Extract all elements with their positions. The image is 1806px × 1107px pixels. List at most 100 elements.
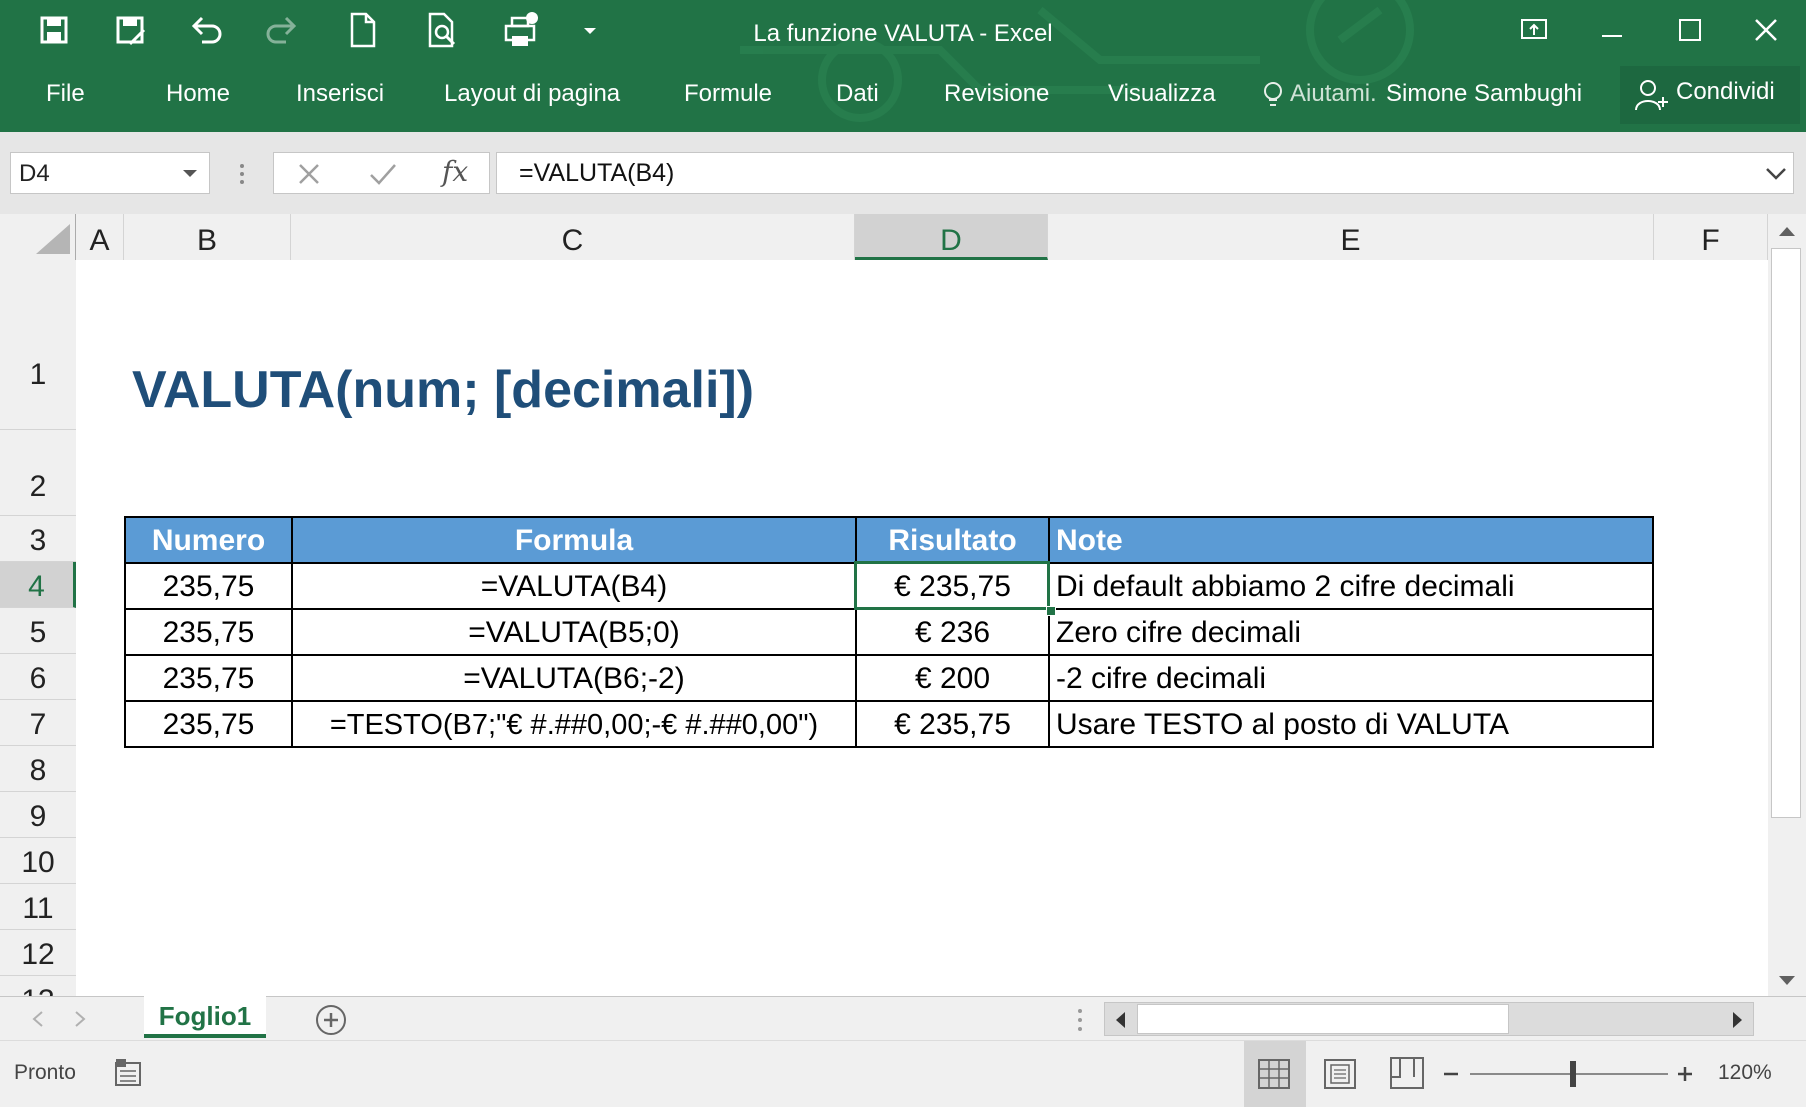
table-cell-formula[interactable]: =VALUTA(B4) (293, 564, 857, 610)
scroll-down-icon[interactable] (1778, 974, 1796, 988)
table-cell-note[interactable]: Usare TESTO al posto di VALUTA (1050, 702, 1654, 748)
column-header-e[interactable]: E (1048, 214, 1654, 260)
scroll-right-icon[interactable] (1731, 1011, 1745, 1029)
tab-splitter-icon[interactable] (1076, 1007, 1084, 1033)
horizontal-scrollbar[interactable] (1104, 1002, 1754, 1036)
column-header-f[interactable]: F (1654, 214, 1768, 260)
normal-view-button[interactable] (1244, 1041, 1306, 1107)
row-header-7[interactable]: 7 (0, 700, 76, 746)
sheet-title[interactable]: VALUTA(num; [decimali]) (132, 360, 754, 420)
row-header-10[interactable]: 10 (0, 838, 76, 884)
macro-record-icon[interactable] (114, 1057, 144, 1087)
tab-dati[interactable]: Dati (836, 80, 879, 108)
row-header-2[interactable]: 2 (0, 430, 76, 516)
row-header-6[interactable]: 6 (0, 654, 76, 700)
column-header-b[interactable]: B (124, 214, 291, 260)
zoom-slider-thumb[interactable] (1570, 1061, 1576, 1087)
horizontal-scroll-thumb[interactable] (1137, 1004, 1509, 1034)
insert-function-button[interactable]: fx (442, 155, 468, 188)
tab-inserisci[interactable]: Inserisci (296, 80, 384, 108)
fill-handle[interactable] (1046, 606, 1056, 616)
formula-input[interactable]: =VALUTA(B4) (496, 152, 1794, 194)
scroll-up-icon[interactable] (1778, 224, 1796, 238)
worksheet-grid[interactable]: VALUTA(num; [decimali]) Numero Formula R… (76, 260, 1768, 996)
row-header-8[interactable]: 8 (0, 746, 76, 792)
table-cell-formula[interactable]: =VALUTA(B6;-2) (293, 656, 857, 702)
zoom-in-icon[interactable] (1676, 1065, 1694, 1083)
header-numero[interactable]: Numero (126, 518, 293, 564)
tell-me-search[interactable]: Aiutami. (1290, 80, 1377, 108)
row-header-5[interactable]: 5 (0, 608, 76, 654)
add-sheet-icon[interactable] (314, 1003, 348, 1037)
column-header-d[interactable]: D (855, 214, 1048, 260)
enter-check-icon[interactable] (368, 161, 398, 187)
tab-visualizza[interactable]: Visualizza (1108, 80, 1216, 108)
table-cell-risultato[interactable]: € 236 (857, 610, 1050, 656)
vertical-scrollbar[interactable] (1768, 214, 1806, 996)
name-box[interactable]: D4 (10, 152, 210, 194)
table-cell-formula[interactable]: =VALUTA(B5;0) (293, 610, 857, 656)
table-cell-numero[interactable]: 235,75 (126, 610, 293, 656)
header-note[interactable]: Note (1050, 518, 1654, 564)
row-header-13[interactable]: 13 (0, 976, 76, 996)
table-cell-risultato[interactable]: € 200 (857, 656, 1050, 702)
table-cell-note[interactable]: Zero cifre decimali (1050, 610, 1654, 656)
table-cell-numero[interactable]: 235,75 (126, 564, 293, 610)
scroll-left-icon[interactable] (1113, 1011, 1127, 1029)
tab-formule[interactable]: Formule (684, 80, 772, 108)
header-risultato[interactable]: Risultato (857, 518, 1050, 564)
row-headers: 1 2 3 4 5 6 7 8 9 10 11 12 13 (0, 260, 77, 996)
zoom-level[interactable]: 120% (1718, 1061, 1772, 1085)
table-cell-numero[interactable]: 235,75 (126, 656, 293, 702)
table-cell-note[interactable]: -2 cifre decimali (1050, 656, 1654, 702)
share-button[interactable]: Condividi (1620, 66, 1800, 124)
page-break-preview-icon[interactable] (1390, 1057, 1424, 1089)
ribbon-display-options-icon[interactable] (1504, 8, 1564, 52)
status-ready: Pronto (14, 1061, 76, 1084)
splitter-handle-icon[interactable] (236, 160, 248, 188)
row-header-11[interactable]: 11 (0, 884, 76, 930)
column-header-c[interactable]: C (291, 214, 855, 260)
row-header-1[interactable]: 1 (0, 260, 76, 430)
table-cell-formula[interactable]: =TESTO(B7;"€ #.##0,00;-€ #.##0,00") (293, 702, 857, 748)
vertical-scroll-thumb[interactable] (1771, 248, 1801, 818)
close-icon[interactable] (1736, 8, 1796, 52)
normal-view-icon (1258, 1059, 1290, 1089)
lightbulb-icon (1262, 80, 1284, 112)
select-all-button[interactable] (0, 214, 76, 260)
zoom-out-icon[interactable] (1442, 1065, 1460, 1083)
active-cell-selection (854, 561, 1050, 610)
minimize-icon[interactable] (1582, 8, 1642, 52)
name-box-value: D4 (19, 160, 50, 187)
tab-layout-di-pagina[interactable]: Layout di pagina (444, 80, 620, 108)
row-header-12[interactable]: 12 (0, 930, 76, 976)
user-name[interactable]: Simone Sambughi (1386, 80, 1582, 108)
table-cell-risultato[interactable]: € 235,75 (857, 702, 1050, 748)
sheet-tab-foglio1[interactable]: Foglio1 (144, 996, 266, 1038)
sheet-tab-bar (0, 996, 1806, 1041)
page-layout-view-icon[interactable] (1324, 1059, 1356, 1089)
tab-scroll-left-icon[interactable] (32, 1011, 44, 1027)
chevron-down-icon[interactable] (181, 167, 199, 181)
formula-buttons: fx (273, 152, 490, 194)
status-bar: Pronto 120% (0, 1040, 1806, 1107)
row-header-9[interactable]: 9 (0, 792, 76, 838)
select-all-triangle-icon (36, 224, 70, 254)
table-cell-numero[interactable]: 235,75 (126, 702, 293, 748)
table-cell-note[interactable]: Di default abbiamo 2 cifre decimali (1050, 564, 1654, 610)
share-label: Condividi (1676, 78, 1775, 105)
header-formula[interactable]: Formula (293, 518, 857, 564)
cancel-icon[interactable] (296, 161, 322, 187)
column-header-a[interactable]: A (76, 214, 124, 260)
tab-scroll-right-icon[interactable] (74, 1011, 86, 1027)
share-person-icon (1635, 80, 1668, 111)
expand-formula-bar-icon[interactable] (1765, 165, 1787, 183)
formula-text: =VALUTA(B4) (519, 159, 675, 187)
row-header-4[interactable]: 4 (0, 562, 76, 608)
tab-file[interactable]: File (46, 80, 85, 108)
tab-revisione[interactable]: Revisione (944, 80, 1049, 108)
maximize-icon[interactable] (1660, 8, 1720, 52)
row-header-3[interactable]: 3 (0, 516, 76, 562)
tab-home[interactable]: Home (166, 80, 230, 108)
zoom-slider-track[interactable] (1470, 1073, 1668, 1075)
